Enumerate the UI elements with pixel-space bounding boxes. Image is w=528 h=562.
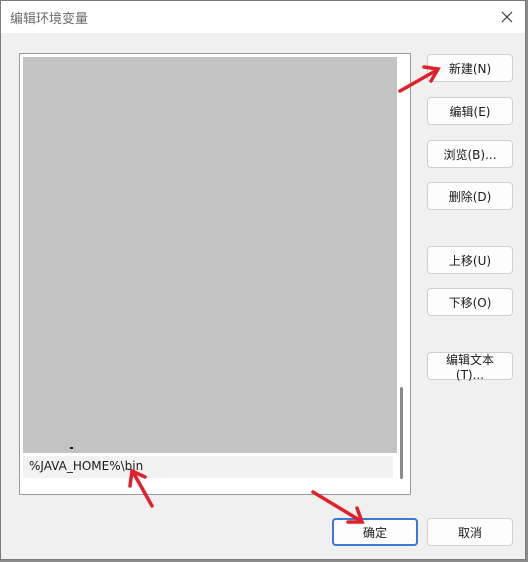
ok-button[interactable]: 确定: [332, 518, 418, 546]
browse-button[interactable]: 浏览(B)...: [427, 140, 513, 168]
cancel-button[interactable]: 取消: [427, 518, 513, 546]
path-list[interactable]: %JAVA_HOME%\bin: [19, 53, 411, 495]
list-item-fragment: [70, 447, 73, 449]
list-item-text: %JAVA_HOME%\bin: [29, 459, 144, 473]
window-title: 编辑环境变量: [10, 12, 89, 27]
vertical-scrollbar[interactable]: [397, 57, 407, 487]
title-bar: 编辑环境变量: [1, 1, 525, 33]
move-up-button[interactable]: 上移(U): [427, 246, 513, 274]
delete-button[interactable]: 删除(D): [427, 182, 513, 210]
edit-env-variable-dialog: 编辑环境变量 %JAVA_HOME%\bin 新建(N) 编辑(E) 浏览(B)…: [0, 0, 526, 560]
edit-button[interactable]: 编辑(E): [427, 97, 513, 125]
edit-text-button[interactable]: 编辑文本(T)...: [427, 352, 513, 382]
close-button[interactable]: [495, 5, 519, 29]
list-item[interactable]: %JAVA_HOME%\bin: [23, 456, 393, 478]
move-down-button[interactable]: 下移(O): [427, 288, 513, 316]
new-button[interactable]: 新建(N): [427, 54, 513, 82]
close-icon: [501, 11, 513, 23]
list-obscured-region: [23, 57, 397, 453]
scrollbar-thumb[interactable]: [400, 387, 403, 479]
